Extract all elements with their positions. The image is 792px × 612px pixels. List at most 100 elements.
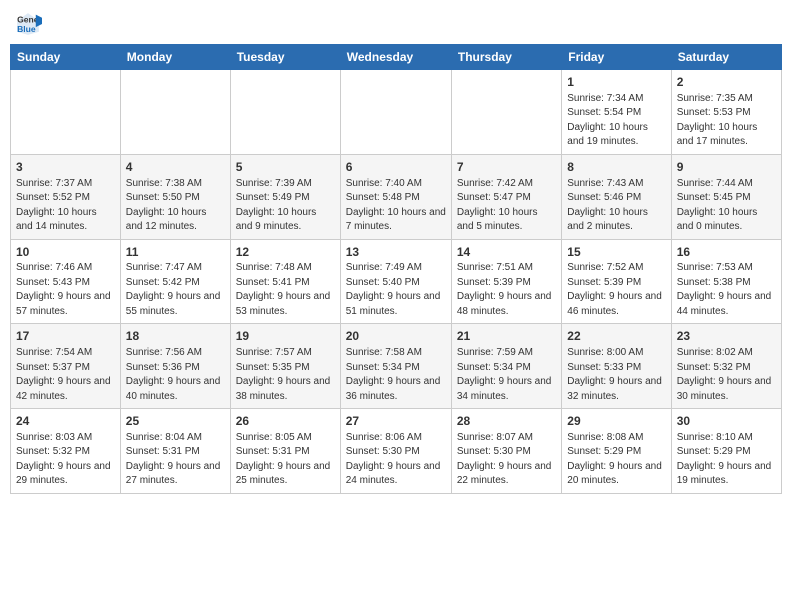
day-number: 1 xyxy=(567,74,665,91)
week-row-5: 24Sunrise: 8:03 AM Sunset: 5:32 PM Dayli… xyxy=(11,409,782,494)
day-number: 21 xyxy=(457,328,556,345)
day-number: 19 xyxy=(236,328,335,345)
week-row-2: 3Sunrise: 7:37 AM Sunset: 5:52 PM Daylig… xyxy=(11,154,782,239)
day-info: Sunrise: 8:06 AM Sunset: 5:30 PM Dayligh… xyxy=(346,431,446,489)
day-number: 18 xyxy=(126,328,225,345)
weekday-header-monday: Monday xyxy=(120,45,230,70)
weekday-header-tuesday: Tuesday xyxy=(230,45,340,70)
weekday-header-thursday: Thursday xyxy=(451,45,561,70)
day-number: 15 xyxy=(567,244,665,261)
calendar-cell xyxy=(340,70,451,155)
day-number: 26 xyxy=(236,413,335,430)
day-info: Sunrise: 7:59 AM Sunset: 5:34 PM Dayligh… xyxy=(457,346,556,404)
day-number: 14 xyxy=(457,244,556,261)
week-row-3: 10Sunrise: 7:46 AM Sunset: 5:43 PM Dayli… xyxy=(11,239,782,324)
weekday-header-saturday: Saturday xyxy=(671,45,781,70)
day-info: Sunrise: 7:54 AM Sunset: 5:37 PM Dayligh… xyxy=(16,346,115,404)
day-info: Sunrise: 8:08 AM Sunset: 5:29 PM Dayligh… xyxy=(567,431,665,489)
calendar-cell: 27Sunrise: 8:06 AM Sunset: 5:30 PM Dayli… xyxy=(340,409,451,494)
calendar-cell: 10Sunrise: 7:46 AM Sunset: 5:43 PM Dayli… xyxy=(11,239,121,324)
day-number: 10 xyxy=(16,244,115,261)
day-number: 16 xyxy=(677,244,776,261)
day-number: 5 xyxy=(236,159,335,176)
day-number: 24 xyxy=(16,413,115,430)
day-info: Sunrise: 7:43 AM Sunset: 5:46 PM Dayligh… xyxy=(567,177,665,235)
calendar-cell: 25Sunrise: 8:04 AM Sunset: 5:31 PM Dayli… xyxy=(120,409,230,494)
svg-text:Blue: Blue xyxy=(17,24,36,34)
calendar-cell: 13Sunrise: 7:49 AM Sunset: 5:40 PM Dayli… xyxy=(340,239,451,324)
day-info: Sunrise: 7:46 AM Sunset: 5:43 PM Dayligh… xyxy=(16,261,115,319)
day-number: 28 xyxy=(457,413,556,430)
logo: General Blue xyxy=(14,10,44,38)
day-info: Sunrise: 7:44 AM Sunset: 5:45 PM Dayligh… xyxy=(677,177,776,235)
day-number: 22 xyxy=(567,328,665,345)
day-info: Sunrise: 7:53 AM Sunset: 5:38 PM Dayligh… xyxy=(677,261,776,319)
calendar-cell: 9Sunrise: 7:44 AM Sunset: 5:45 PM Daylig… xyxy=(671,154,781,239)
day-info: Sunrise: 8:10 AM Sunset: 5:29 PM Dayligh… xyxy=(677,431,776,489)
weekday-header-sunday: Sunday xyxy=(11,45,121,70)
logo-icon: General Blue xyxy=(14,10,42,38)
calendar-cell: 4Sunrise: 7:38 AM Sunset: 5:50 PM Daylig… xyxy=(120,154,230,239)
calendar-cell: 28Sunrise: 8:07 AM Sunset: 5:30 PM Dayli… xyxy=(451,409,561,494)
day-info: Sunrise: 7:39 AM Sunset: 5:49 PM Dayligh… xyxy=(236,177,335,235)
weekday-header-row: SundayMondayTuesdayWednesdayThursdayFrid… xyxy=(11,45,782,70)
day-info: Sunrise: 7:57 AM Sunset: 5:35 PM Dayligh… xyxy=(236,346,335,404)
day-number: 27 xyxy=(346,413,446,430)
page-header: General Blue xyxy=(10,10,782,38)
day-number: 30 xyxy=(677,413,776,430)
day-number: 11 xyxy=(126,244,225,261)
day-number: 20 xyxy=(346,328,446,345)
calendar-table: SundayMondayTuesdayWednesdayThursdayFrid… xyxy=(10,44,782,494)
week-row-1: 1Sunrise: 7:34 AM Sunset: 5:54 PM Daylig… xyxy=(11,70,782,155)
calendar-cell xyxy=(120,70,230,155)
day-info: Sunrise: 8:00 AM Sunset: 5:33 PM Dayligh… xyxy=(567,346,665,404)
calendar-cell: 29Sunrise: 8:08 AM Sunset: 5:29 PM Dayli… xyxy=(562,409,671,494)
calendar-cell: 24Sunrise: 8:03 AM Sunset: 5:32 PM Dayli… xyxy=(11,409,121,494)
calendar-cell: 1Sunrise: 7:34 AM Sunset: 5:54 PM Daylig… xyxy=(562,70,671,155)
week-row-4: 17Sunrise: 7:54 AM Sunset: 5:37 PM Dayli… xyxy=(11,324,782,409)
calendar-cell: 17Sunrise: 7:54 AM Sunset: 5:37 PM Dayli… xyxy=(11,324,121,409)
day-info: Sunrise: 7:35 AM Sunset: 5:53 PM Dayligh… xyxy=(677,92,776,150)
day-info: Sunrise: 7:51 AM Sunset: 5:39 PM Dayligh… xyxy=(457,261,556,319)
calendar-cell xyxy=(451,70,561,155)
calendar-cell xyxy=(230,70,340,155)
calendar-cell: 21Sunrise: 7:59 AM Sunset: 5:34 PM Dayli… xyxy=(451,324,561,409)
day-info: Sunrise: 7:34 AM Sunset: 5:54 PM Dayligh… xyxy=(567,92,665,150)
day-number: 12 xyxy=(236,244,335,261)
calendar-cell: 3Sunrise: 7:37 AM Sunset: 5:52 PM Daylig… xyxy=(11,154,121,239)
calendar-cell: 20Sunrise: 7:58 AM Sunset: 5:34 PM Dayli… xyxy=(340,324,451,409)
calendar-cell xyxy=(11,70,121,155)
day-info: Sunrise: 7:56 AM Sunset: 5:36 PM Dayligh… xyxy=(126,346,225,404)
calendar-cell: 18Sunrise: 7:56 AM Sunset: 5:36 PM Dayli… xyxy=(120,324,230,409)
day-info: Sunrise: 7:37 AM Sunset: 5:52 PM Dayligh… xyxy=(16,177,115,235)
day-info: Sunrise: 8:02 AM Sunset: 5:32 PM Dayligh… xyxy=(677,346,776,404)
day-number: 3 xyxy=(16,159,115,176)
calendar-cell: 30Sunrise: 8:10 AM Sunset: 5:29 PM Dayli… xyxy=(671,409,781,494)
weekday-header-friday: Friday xyxy=(562,45,671,70)
day-number: 7 xyxy=(457,159,556,176)
day-info: Sunrise: 7:42 AM Sunset: 5:47 PM Dayligh… xyxy=(457,177,556,235)
calendar-cell: 5Sunrise: 7:39 AM Sunset: 5:49 PM Daylig… xyxy=(230,154,340,239)
calendar-cell: 11Sunrise: 7:47 AM Sunset: 5:42 PM Dayli… xyxy=(120,239,230,324)
calendar-cell: 14Sunrise: 7:51 AM Sunset: 5:39 PM Dayli… xyxy=(451,239,561,324)
day-number: 13 xyxy=(346,244,446,261)
calendar-cell: 6Sunrise: 7:40 AM Sunset: 5:48 PM Daylig… xyxy=(340,154,451,239)
calendar-cell: 23Sunrise: 8:02 AM Sunset: 5:32 PM Dayli… xyxy=(671,324,781,409)
calendar-cell: 2Sunrise: 7:35 AM Sunset: 5:53 PM Daylig… xyxy=(671,70,781,155)
calendar-cell: 22Sunrise: 8:00 AM Sunset: 5:33 PM Dayli… xyxy=(562,324,671,409)
day-info: Sunrise: 8:05 AM Sunset: 5:31 PM Dayligh… xyxy=(236,431,335,489)
day-info: Sunrise: 8:04 AM Sunset: 5:31 PM Dayligh… xyxy=(126,431,225,489)
calendar-cell: 16Sunrise: 7:53 AM Sunset: 5:38 PM Dayli… xyxy=(671,239,781,324)
calendar-cell: 26Sunrise: 8:05 AM Sunset: 5:31 PM Dayli… xyxy=(230,409,340,494)
day-number: 4 xyxy=(126,159,225,176)
day-info: Sunrise: 7:52 AM Sunset: 5:39 PM Dayligh… xyxy=(567,261,665,319)
day-number: 23 xyxy=(677,328,776,345)
day-info: Sunrise: 7:40 AM Sunset: 5:48 PM Dayligh… xyxy=(346,177,446,235)
calendar-cell: 19Sunrise: 7:57 AM Sunset: 5:35 PM Dayli… xyxy=(230,324,340,409)
calendar-cell: 8Sunrise: 7:43 AM Sunset: 5:46 PM Daylig… xyxy=(562,154,671,239)
day-info: Sunrise: 7:38 AM Sunset: 5:50 PM Dayligh… xyxy=(126,177,225,235)
calendar-cell: 15Sunrise: 7:52 AM Sunset: 5:39 PM Dayli… xyxy=(562,239,671,324)
weekday-header-wednesday: Wednesday xyxy=(340,45,451,70)
day-info: Sunrise: 7:49 AM Sunset: 5:40 PM Dayligh… xyxy=(346,261,446,319)
day-info: Sunrise: 8:07 AM Sunset: 5:30 PM Dayligh… xyxy=(457,431,556,489)
